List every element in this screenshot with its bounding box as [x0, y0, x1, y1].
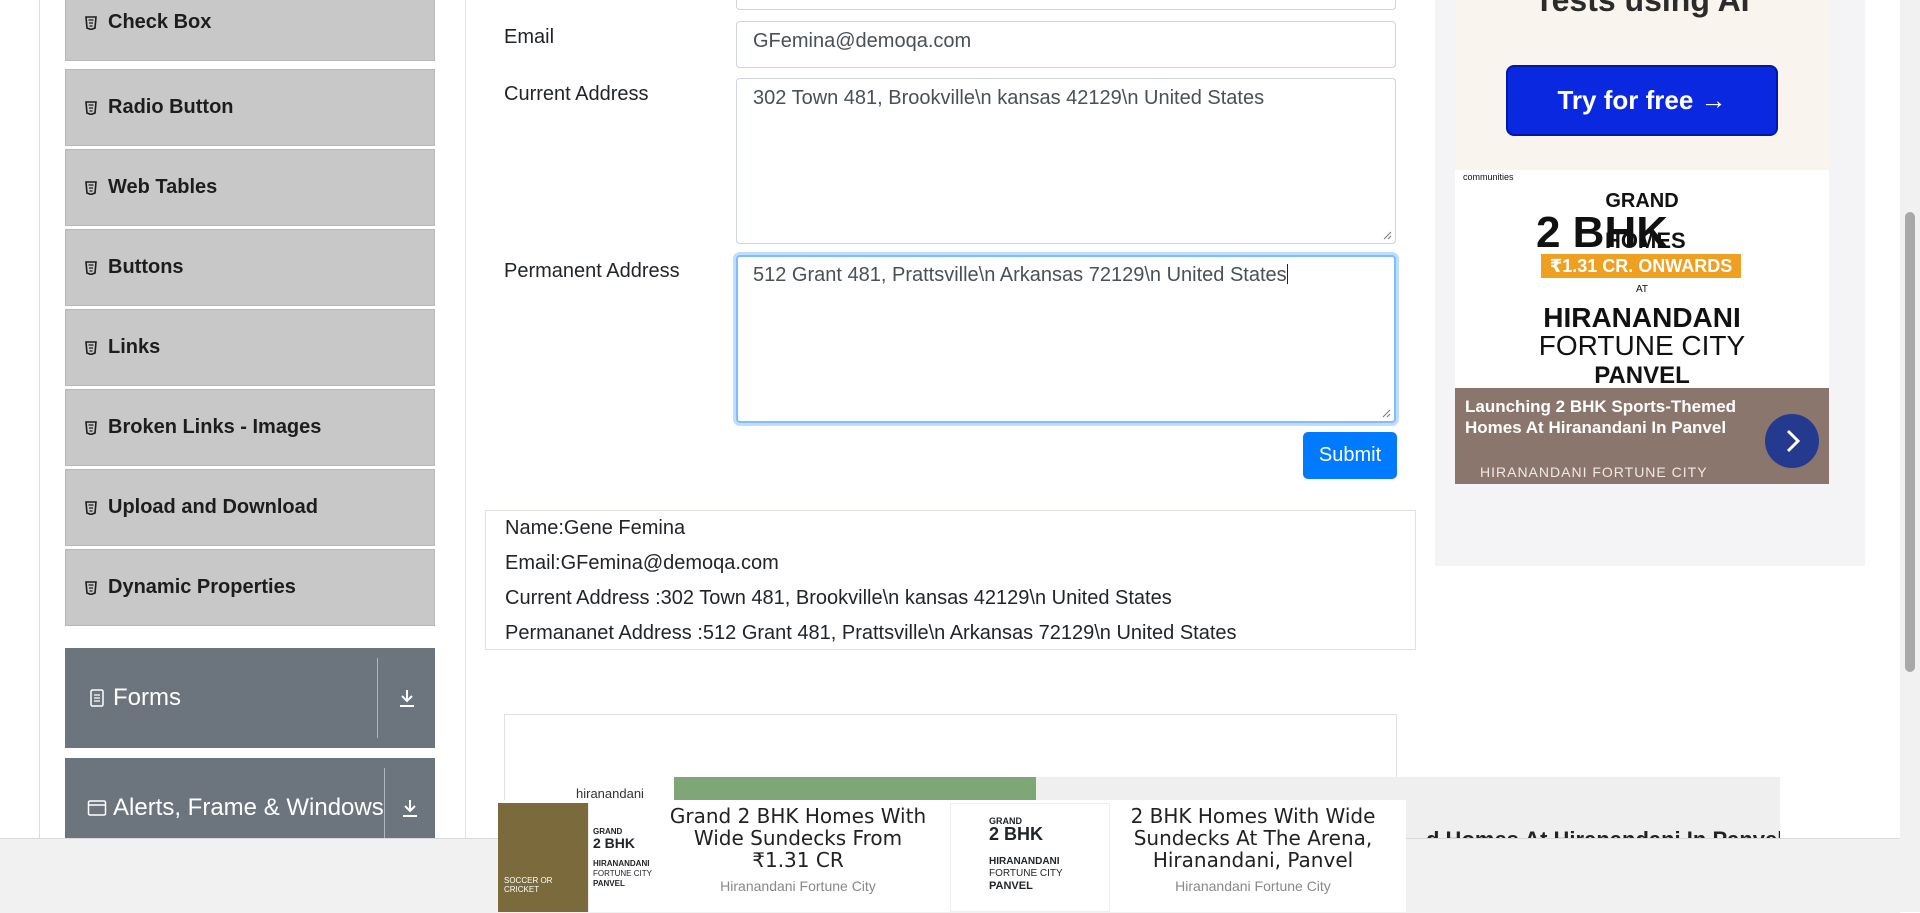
email-label: Email: [504, 26, 555, 48]
bottom-ad-card1-title[interactable]: Grand 2 BHK Homes With Wide Sundecks Fro…: [666, 805, 930, 871]
ad-project-line2: FORTUNE CITY: [1538, 330, 1746, 361]
sidebar: Check Box Radio Button Web Tables Button…: [65, 0, 435, 838]
permanent-address-value: 512 Grant 481, Prattsville\n Arkansas 72…: [753, 264, 1287, 286]
bottom-ad-banner[interactable]: SOCCER OR CRICKET GRAND 2 BHK HIRANANDAN…: [498, 800, 1406, 912]
bottom-ad-card1-source: Hiranandani Fortune City: [720, 878, 876, 894]
thumb-project2: FORTUNE CITY: [593, 869, 652, 878]
group-header-alerts[interactable]: Alerts, Frame & Windows: [65, 758, 435, 838]
html5-icon: [84, 100, 98, 115]
sidebar-item-label: Web Tables: [108, 176, 218, 198]
download-icon[interactable]: [385, 797, 435, 819]
html5-icon: [84, 15, 98, 30]
next-arrow-icon[interactable]: [1765, 414, 1819, 468]
ad-caption: Launching 2 BHK Sports-Themed Homes At H…: [1465, 397, 1737, 437]
thumb-bhk: 2 BHK: [593, 835, 636, 851]
sidebar-item-check-box[interactable]: Check Box: [65, 0, 435, 61]
bottom-ad-truncated-title: d Homes At Hiranandani In Panvel: [1426, 827, 1780, 838]
sidebar-item-web-tables[interactable]: Web Tables: [65, 149, 435, 226]
resize-grip-icon[interactable]: [1382, 409, 1391, 418]
current-address-label: Current Address: [504, 83, 649, 105]
sidebar-item-upload-download[interactable]: Upload and Download: [65, 469, 435, 546]
email-field[interactable]: GFemina@demoqa.com: [736, 21, 1396, 68]
ad-thumbnail: GRAND 2 BHK HIRANANDANI FORTUNE CITY PAN…: [950, 803, 1110, 912]
thumb-project: HIRANANDANI: [989, 856, 1060, 867]
bottom-ad-brand: hiranandani: [576, 786, 644, 801]
html5-icon: [84, 180, 98, 195]
sidebar-item-label: Links: [108, 336, 161, 358]
thumb-caption: SOCCER OR CRICKET: [504, 876, 553, 894]
left-rail-border: [39, 0, 40, 838]
group-header-forms[interactable]: Forms: [65, 648, 435, 748]
property-ad[interactable]: communities GRAND 2 BHK HOMES ₹1.31 CR. …: [1455, 170, 1829, 484]
thumb-city: PANVEL: [989, 880, 1033, 892]
submit-button[interactable]: Submit: [1303, 432, 1397, 479]
ad-price: ₹1.31 CR. ONWARDS: [1541, 254, 1741, 278]
sidebar-item-label: Broken Links - Images: [108, 416, 322, 438]
try-for-free-button[interactable]: Try for free →: [1506, 65, 1778, 136]
html5-icon: [84, 580, 98, 595]
html5-icon: [84, 500, 98, 515]
sidebar-item-radio-button[interactable]: Radio Button: [65, 69, 435, 146]
ad-brand-small: communities: [1463, 172, 1514, 182]
ad-footer: HIRANANDANI FORTUNE CITY: [1480, 464, 1708, 480]
html5-icon: [84, 260, 98, 275]
ad-thumbnail: GRAND 2 BHK HIRANANDANI FORTUNE CITY PAN…: [588, 803, 659, 912]
document-icon: [87, 688, 107, 708]
output-permanent-address: Permananet Address :512 Grant 481, Pratt…: [505, 622, 1237, 644]
bottom-ad-photo: [674, 777, 1036, 801]
ai-test-ad[interactable]: Tests using AI Try for free →: [1455, 0, 1829, 170]
sidebar-item-dynamic-properties[interactable]: Dynamic Properties: [65, 549, 435, 626]
output-current-address: Current Address :302 Town 481, Brookvill…: [505, 587, 1172, 609]
sidebar-item-links[interactable]: Links: [65, 309, 435, 386]
current-address-textarea[interactable]: 302 Town 481, Brookville\n kansas 42129\…: [736, 78, 1396, 244]
ad-photo: Launching 2 BHK Sports-Themed Homes At H…: [1455, 388, 1829, 484]
thumb-project2: FORTUNE CITY: [989, 868, 1063, 879]
thumb-bhk: 2 BHK: [989, 824, 1044, 844]
sidebar-item-label: Buttons: [108, 256, 184, 278]
bottom-ad-card2-title[interactable]: 2 BHK Homes With Wide Sundecks At The Ar…: [1118, 805, 1388, 871]
html5-icon: [84, 420, 98, 435]
bottom-ad-card2-source: Hiranandani Fortune City: [1175, 878, 1331, 894]
output-panel: Name:Gene Femina Email:GFemina@demoqa.co…: [485, 510, 1416, 650]
output-name: Name:Gene Femina: [505, 517, 686, 539]
page-scrollbar[interactable]: [1900, 0, 1920, 912]
sidebar-item-broken-links[interactable]: Broken Links - Images: [65, 389, 435, 466]
download-icon[interactable]: [378, 687, 435, 709]
scrollbar-thumb[interactable]: [1905, 212, 1915, 672]
permanent-address-textarea[interactable]: 512 Grant 481, Prattsville\n Arkansas 72…: [736, 255, 1396, 423]
ad-city: PANVEL: [1594, 362, 1690, 389]
html5-icon: [84, 340, 98, 355]
thumb-city: PANVEL: [593, 879, 625, 888]
email-field-value: GFemina@demoqa.com: [753, 30, 972, 52]
sidebar-item-label: Check Box: [108, 11, 212, 33]
permanent-address-label: Permanent Address: [504, 260, 680, 282]
ad-thumbnail: SOCCER OR CRICKET: [498, 803, 588, 912]
resize-grip-icon[interactable]: [1383, 231, 1392, 240]
sidebar-item-label: Dynamic Properties: [108, 576, 296, 598]
sidebar-item-buttons[interactable]: Buttons: [65, 229, 435, 306]
thumb-project: HIRANANDANI: [593, 859, 650, 868]
current-address-value: 302 Town 481, Brookville\n kansas 42129\…: [753, 87, 1265, 109]
window-icon: [87, 798, 107, 818]
right-advertisement: Tests using AI Try for free → communitie…: [1435, 0, 1865, 566]
ad-at: AT: [1635, 284, 1649, 295]
ad-headline: Tests using AI: [1534, 0, 1750, 18]
output-email: Email:GFemina@demoqa.com: [505, 552, 779, 574]
content-divider: [465, 0, 466, 838]
group-header-label: Forms: [113, 684, 181, 711]
ad-homes: HOMES: [1605, 228, 1686, 253]
sidebar-item-label: Radio Button: [108, 96, 234, 118]
group-header-label: Alerts, Frame & Windows: [113, 794, 384, 821]
text-cursor: [1286, 264, 1288, 284]
previous-field-edge[interactable]: [736, 0, 1396, 10]
sidebar-item-label: Upload and Download: [108, 496, 318, 518]
